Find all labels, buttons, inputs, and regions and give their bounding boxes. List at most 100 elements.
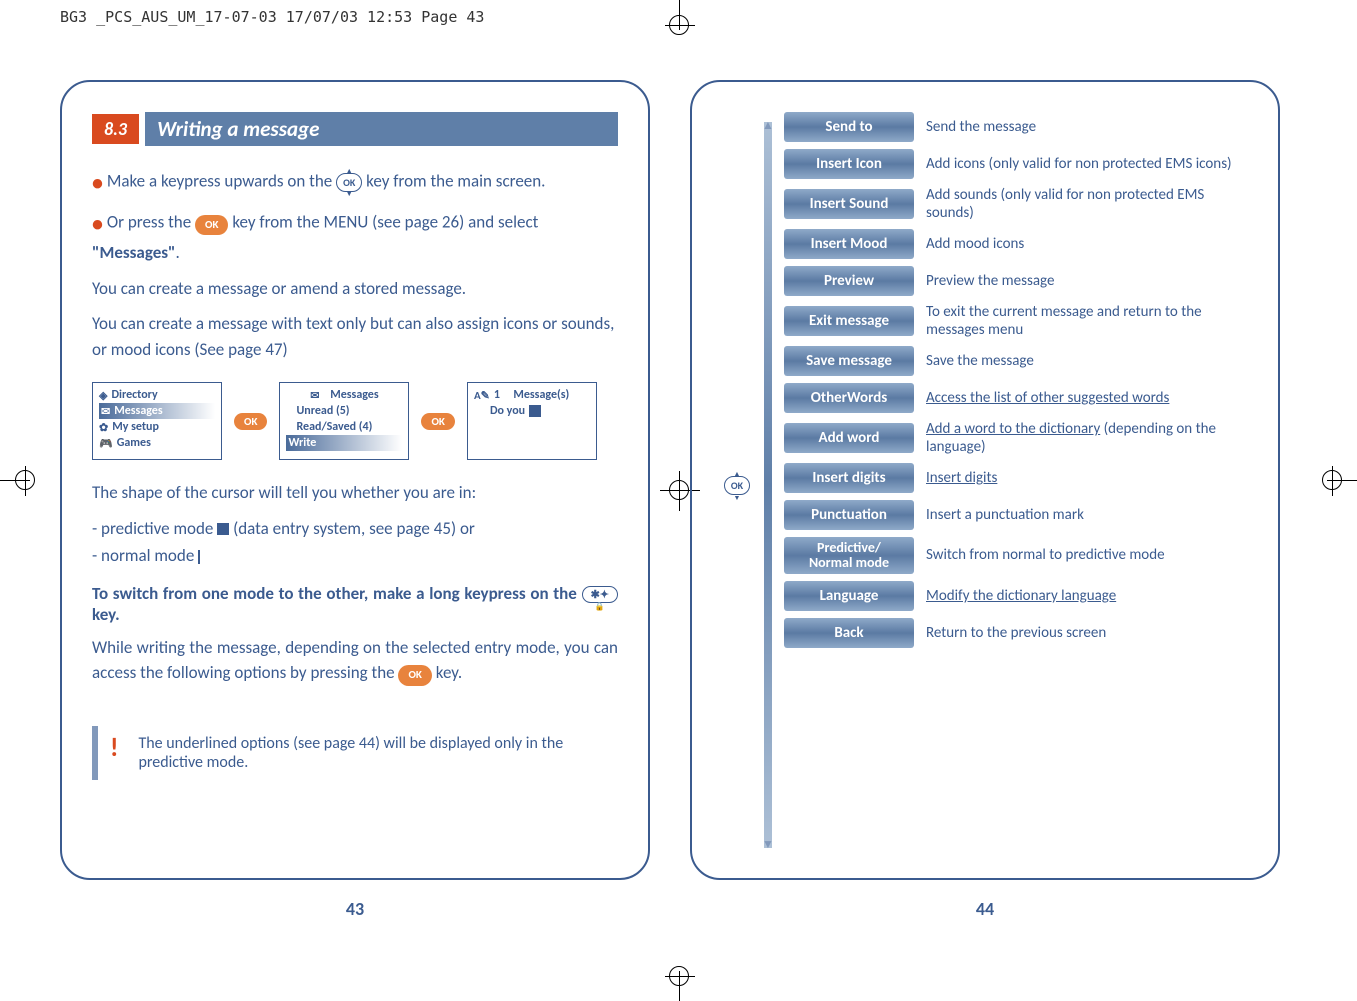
screen1-line3: My setup (112, 420, 159, 434)
option-language: Language Modify the dictionary language (784, 581, 1248, 611)
screen1-line1: Directory (111, 388, 157, 402)
phone-screen-1: ◈Directory ✉Messages ✿My setup 🎮Games (92, 382, 222, 460)
option-label: Insert Sound (784, 189, 914, 219)
phone-screen-3: A✎ 1 Message(s) Do you (467, 382, 597, 460)
options-column: Send to Send the message Insert Icon Add… (784, 112, 1248, 858)
option-label: Predictive/Normal mode (784, 537, 914, 574)
note-text: The underlined options (see page 44) wil… (138, 734, 618, 772)
option-desc: Add mood icons (926, 235, 1248, 253)
screen2-title: Messages (330, 388, 378, 402)
bullet-1-text-a: Make a keypress upwards on the (107, 171, 336, 192)
messages-icon: ✉ (101, 405, 110, 418)
bullet-dot-icon: • (92, 210, 103, 237)
games-icon: 🎮 (99, 437, 113, 450)
option-insert-sound: Insert Sound Add sounds (only valid for … (784, 186, 1248, 222)
option-desc: Send the message (926, 118, 1248, 136)
exclamation-icon: ! (110, 734, 118, 760)
ok-orange-icon: OK (234, 413, 267, 430)
while-text-a: While writing the message, depending on … (92, 637, 618, 684)
option-label: OtherWords (784, 383, 914, 413)
phone-screens-row: ◈Directory ✉Messages ✿My setup 🎮Games OK… (92, 382, 618, 460)
ok-orange-icon: OK (421, 413, 454, 430)
setup-icon: ✿ (99, 421, 108, 434)
option-desc: Insert a punctuation mark (926, 506, 1248, 524)
screen3-line1: Do you (490, 404, 525, 418)
option-desc: Access the list of other suggested words (926, 389, 1248, 407)
option-send-to: Send to Send the message (784, 112, 1248, 142)
screen2-line2: Read/Saved (4) (296, 420, 372, 434)
option-desc: Insert digits (926, 469, 1248, 487)
screen1-line2: Messages (114, 404, 162, 418)
header-print-info: BG3 _PCS_AUS_UM_17-07-03 17/07/03 12:53 … (60, 8, 484, 26)
option-desc: Add a word to the dictionary (depending … (926, 420, 1248, 456)
option-label: Preview (784, 266, 914, 296)
option-predictive-mode: Predictive/Normal mode Switch from norma… (784, 537, 1248, 574)
vertical-scroll-bar (764, 122, 772, 848)
cursor-intro: The shape of the cursor will tell you wh… (92, 480, 618, 506)
bullet-1: • Make a keypress upwards on the OK key … (92, 166, 618, 199)
pencil-icon: A✎ (474, 389, 490, 402)
screen2-line1: Unread (5) (296, 404, 349, 418)
directory-icon: ◈ (99, 389, 107, 402)
bullet-2-text-d: . (176, 242, 180, 263)
screen2-line3: Write (288, 436, 316, 450)
star-key-icon: ✱✦ (582, 586, 618, 603)
section-title: Writing a message (145, 112, 618, 146)
page-number-left: 43 (346, 898, 364, 920)
switch-text-a: To switch from one mode to the other, ma… (92, 583, 582, 604)
option-desc: Switch from normal to predictive mode (926, 546, 1248, 564)
option-label: Send to (784, 112, 914, 142)
option-label: Save message (784, 346, 914, 376)
screen3-title: Message(s) (513, 388, 569, 402)
cursor-block-icon (529, 405, 541, 417)
cursor-pred-a: - predictive mode (92, 518, 217, 539)
page-left: 8.3 Writing a message • Make a keypress … (60, 80, 650, 880)
option-desc: Add sounds (only valid for non protected… (926, 186, 1248, 222)
bullet-2-text-a: Or press the (107, 212, 195, 233)
para-2: You can create a message with text only … (92, 311, 618, 362)
para-1: You can create a message or amend a stor… (92, 276, 618, 302)
cursor-pred-b: (data entry system, see page 45) or (233, 518, 475, 539)
cursor-norm: - normal mode (92, 545, 198, 566)
option-label: Add word (784, 423, 914, 453)
while-text-b: key. (436, 662, 462, 683)
option-insert-digits: Insert digits Insert digits (784, 463, 1248, 493)
while-writing-text: While writing the message, depending on … (92, 635, 618, 686)
phone-screen-2: ✉ Messages Unread (5) Read/Saved (4) Wri… (279, 382, 409, 460)
option-exit-message: Exit message To exit the current message… (784, 303, 1248, 339)
option-label: Insert Icon (784, 149, 914, 179)
option-preview: Preview Preview the message (784, 266, 1248, 296)
option-desc: Preview the message (926, 272, 1248, 290)
bullet-2-text-b: key from the MENU (see page 26) and sele… (232, 212, 538, 233)
option-add-word: Add word Add a word to the dictionary (d… (784, 420, 1248, 456)
option-label: Language (784, 581, 914, 611)
ok-orange-icon: OK (195, 215, 228, 236)
note-box: ! The underlined options (see page 44) w… (92, 726, 618, 780)
option-other-words: OtherWords Access the list of other sugg… (784, 383, 1248, 413)
option-save-message: Save message Save the message (784, 346, 1248, 376)
option-desc: Modify the dictionary language (926, 587, 1248, 605)
bullet-2-text-c: "Messages" (92, 242, 176, 263)
option-desc: Add icons (only valid for non protected … (926, 155, 1248, 173)
screen3-count: 1 (494, 388, 500, 402)
option-label: Punctuation (784, 500, 914, 530)
section-number: 8.3 (92, 114, 139, 144)
option-desc: To exit the current message and return t… (926, 303, 1248, 339)
bullet-1-text-b: key from the main screen. (366, 171, 545, 192)
ok-key-icon: OK (724, 476, 750, 495)
cursor-normal-line: - normal mode (92, 543, 618, 569)
ok-key-side: OK (722, 112, 752, 858)
option-insert-icon: Insert Icon Add icons (only valid for no… (784, 149, 1248, 179)
option-label: Insert digits (784, 463, 914, 493)
option-label: Exit message (784, 306, 914, 336)
page-right: OK Send to Send the message Insert Icon … (690, 80, 1280, 880)
ok-key-icon: OK (336, 173, 362, 192)
messages-icon: ✉ (310, 389, 319, 402)
ok-orange-icon: OK (398, 665, 431, 686)
cursor-block-icon (217, 523, 229, 535)
right-crop-mark (1327, 480, 1357, 481)
option-desc: Save the message (926, 352, 1248, 370)
switch-mode-text: To switch from one mode to the other, ma… (92, 583, 618, 625)
switch-text-b: key. (92, 604, 120, 625)
option-label: Back (784, 618, 914, 648)
